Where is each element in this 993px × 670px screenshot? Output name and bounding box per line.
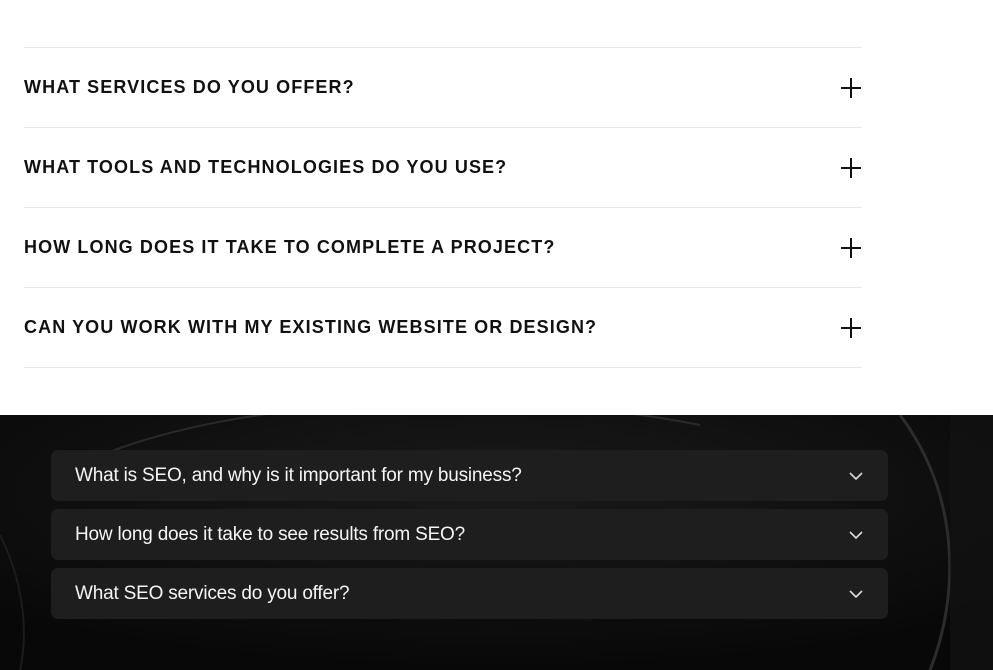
seo-faq-question: How long does it take to see results fro… <box>75 523 465 545</box>
seo-faq-question: What is SEO, and why is it important for… <box>75 464 522 486</box>
faq-question: WHAT TOOLS AND TECHNOLOGIES DO YOU USE? <box>24 157 508 177</box>
seo-faq-question: What SEO services do you offer? <box>75 582 350 604</box>
faq-item-existing-website[interactable]: CAN YOU WORK WITH MY EXISTING WEBSITE OR… <box>24 287 862 368</box>
chevron-down-icon[interactable] <box>848 468 864 484</box>
plus-icon[interactable] <box>840 317 862 339</box>
faq-question: HOW LONG DOES IT TAKE TO COMPLETE A PROJ… <box>24 237 556 257</box>
plus-icon[interactable] <box>840 77 862 99</box>
plus-icon[interactable] <box>840 157 862 179</box>
faq-question: WHAT SERVICES DO YOU OFFER? <box>24 77 355 97</box>
chevron-down-icon[interactable] <box>848 586 864 602</box>
faq-question: CAN YOU WORK WITH MY EXISTING WEBSITE OR… <box>24 317 598 337</box>
faq-section: WHAT SERVICES DO YOU OFFER? WHAT TOOLS A… <box>0 0 993 415</box>
seo-faq-item-services[interactable]: What SEO services do you offer? <box>51 568 888 619</box>
faq-item-project-duration[interactable]: HOW LONG DOES IT TAKE TO COMPLETE A PROJ… <box>24 207 862 287</box>
plus-icon[interactable] <box>840 237 862 259</box>
chevron-down-icon[interactable] <box>848 527 864 543</box>
seo-faq-section: What is SEO, and why is it important for… <box>0 415 993 670</box>
seo-faq-item-results-time[interactable]: How long does it take to see results fro… <box>51 509 888 560</box>
faq-list: WHAT SERVICES DO YOU OFFER? WHAT TOOLS A… <box>24 47 862 368</box>
seo-faq-item-what-is-seo[interactable]: What is SEO, and why is it important for… <box>51 450 888 501</box>
seo-faq-list: What is SEO, and why is it important for… <box>51 450 888 627</box>
faq-item-tools[interactable]: WHAT TOOLS AND TECHNOLOGIES DO YOU USE? <box>24 127 862 207</box>
faq-item-services[interactable]: WHAT SERVICES DO YOU OFFER? <box>24 47 862 127</box>
